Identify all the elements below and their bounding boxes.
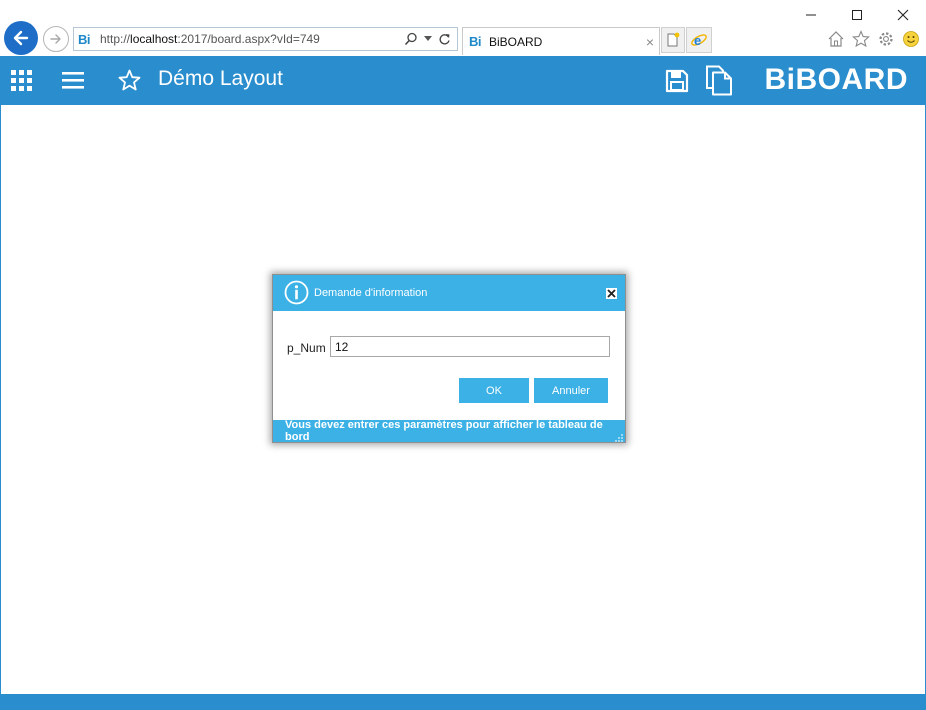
favorite-star-icon	[118, 69, 141, 91]
forward-arrow-icon	[50, 34, 61, 44]
url-host: localhost	[130, 32, 178, 46]
copy-icon	[706, 65, 732, 96]
new-tab-button[interactable]	[661, 27, 685, 53]
forward-button[interactable]	[43, 26, 69, 52]
dialog-header: Demande d'information	[273, 275, 625, 311]
browser-toolbar	[826, 29, 920, 48]
browser-tab[interactable]: Bi BiBOARD ×	[462, 27, 660, 55]
url-text[interactable]: http://localhost:2017/board.aspx?vId=749	[100, 32, 404, 46]
browser-chrome: Bi http://localhost:2017/board.aspx?vId=…	[0, 0, 926, 56]
dialog-title: Demande d'information	[314, 287, 428, 299]
settings-button[interactable]	[876, 29, 895, 48]
address-bar[interactable]: Bi http://localhost:2017/board.aspx?vId=…	[73, 27, 458, 51]
param-input[interactable]	[330, 336, 610, 357]
site-favicon: Bi	[78, 31, 91, 47]
frame-border-left	[0, 105, 1, 694]
dialog-close-button[interactable]	[606, 288, 617, 299]
url-path: :2017/board.aspx?vId=749	[177, 32, 320, 46]
ie-tab-button[interactable]: e	[686, 27, 712, 53]
menu-icon	[62, 72, 84, 89]
close-icon	[897, 9, 909, 21]
parameter-dialog: Demande d'information p_Num OK Annuler V…	[272, 274, 626, 443]
apps-grid-icon	[11, 70, 32, 91]
favorite-button[interactable]	[118, 69, 141, 94]
favorites-button[interactable]	[851, 29, 870, 48]
minimize-icon	[806, 14, 816, 16]
tab-favicon: Bi	[469, 34, 482, 49]
menu-button[interactable]	[62, 72, 84, 92]
maximize-button[interactable]	[834, 0, 880, 30]
feedback-button[interactable]	[901, 29, 920, 48]
dropdown-arrow-icon[interactable]	[424, 36, 432, 42]
smiley-icon	[902, 30, 919, 47]
address-tools	[404, 32, 451, 46]
ok-button[interactable]: OK	[459, 378, 529, 403]
minimize-button[interactable]	[788, 0, 834, 30]
save-button[interactable]	[665, 69, 689, 96]
resize-grip-icon[interactable]	[615, 432, 624, 442]
close-icon	[607, 289, 616, 298]
svg-text:e: e	[694, 33, 701, 48]
page-title: Démo Layout	[158, 67, 283, 90]
save-icon	[665, 69, 689, 93]
new-tab-icon	[667, 32, 680, 47]
app-header: Démo Layout BiBOARD	[0, 56, 926, 105]
window-close-button[interactable]	[880, 0, 926, 30]
bottom-bar	[0, 694, 926, 710]
back-arrow-icon	[13, 30, 29, 46]
internet-explorer-icon: e	[691, 33, 707, 48]
settings-gear-icon	[878, 31, 893, 46]
refresh-icon[interactable]	[438, 33, 451, 46]
back-button[interactable]	[4, 21, 38, 55]
window-controls	[788, 0, 926, 30]
home-button[interactable]	[826, 29, 845, 48]
url-scheme: http://	[100, 32, 131, 46]
brand-logo: BiBOARD	[764, 63, 908, 96]
maximize-icon	[852, 10, 862, 20]
cancel-button[interactable]: Annuler	[534, 378, 608, 403]
apps-grid-button[interactable]	[11, 70, 32, 94]
favorites-icon	[851, 29, 870, 47]
search-icon[interactable]	[404, 32, 418, 46]
info-icon	[284, 280, 309, 308]
param-label: p_Num	[287, 341, 326, 355]
dialog-footer-message: Vous devez entrer ces paramètres pour af…	[273, 419, 625, 443]
tab-close-button[interactable]: ×	[641, 34, 659, 50]
tab-title: BiBOARD	[489, 34, 543, 49]
copy-button[interactable]	[705, 65, 733, 99]
home-icon	[828, 30, 843, 47]
